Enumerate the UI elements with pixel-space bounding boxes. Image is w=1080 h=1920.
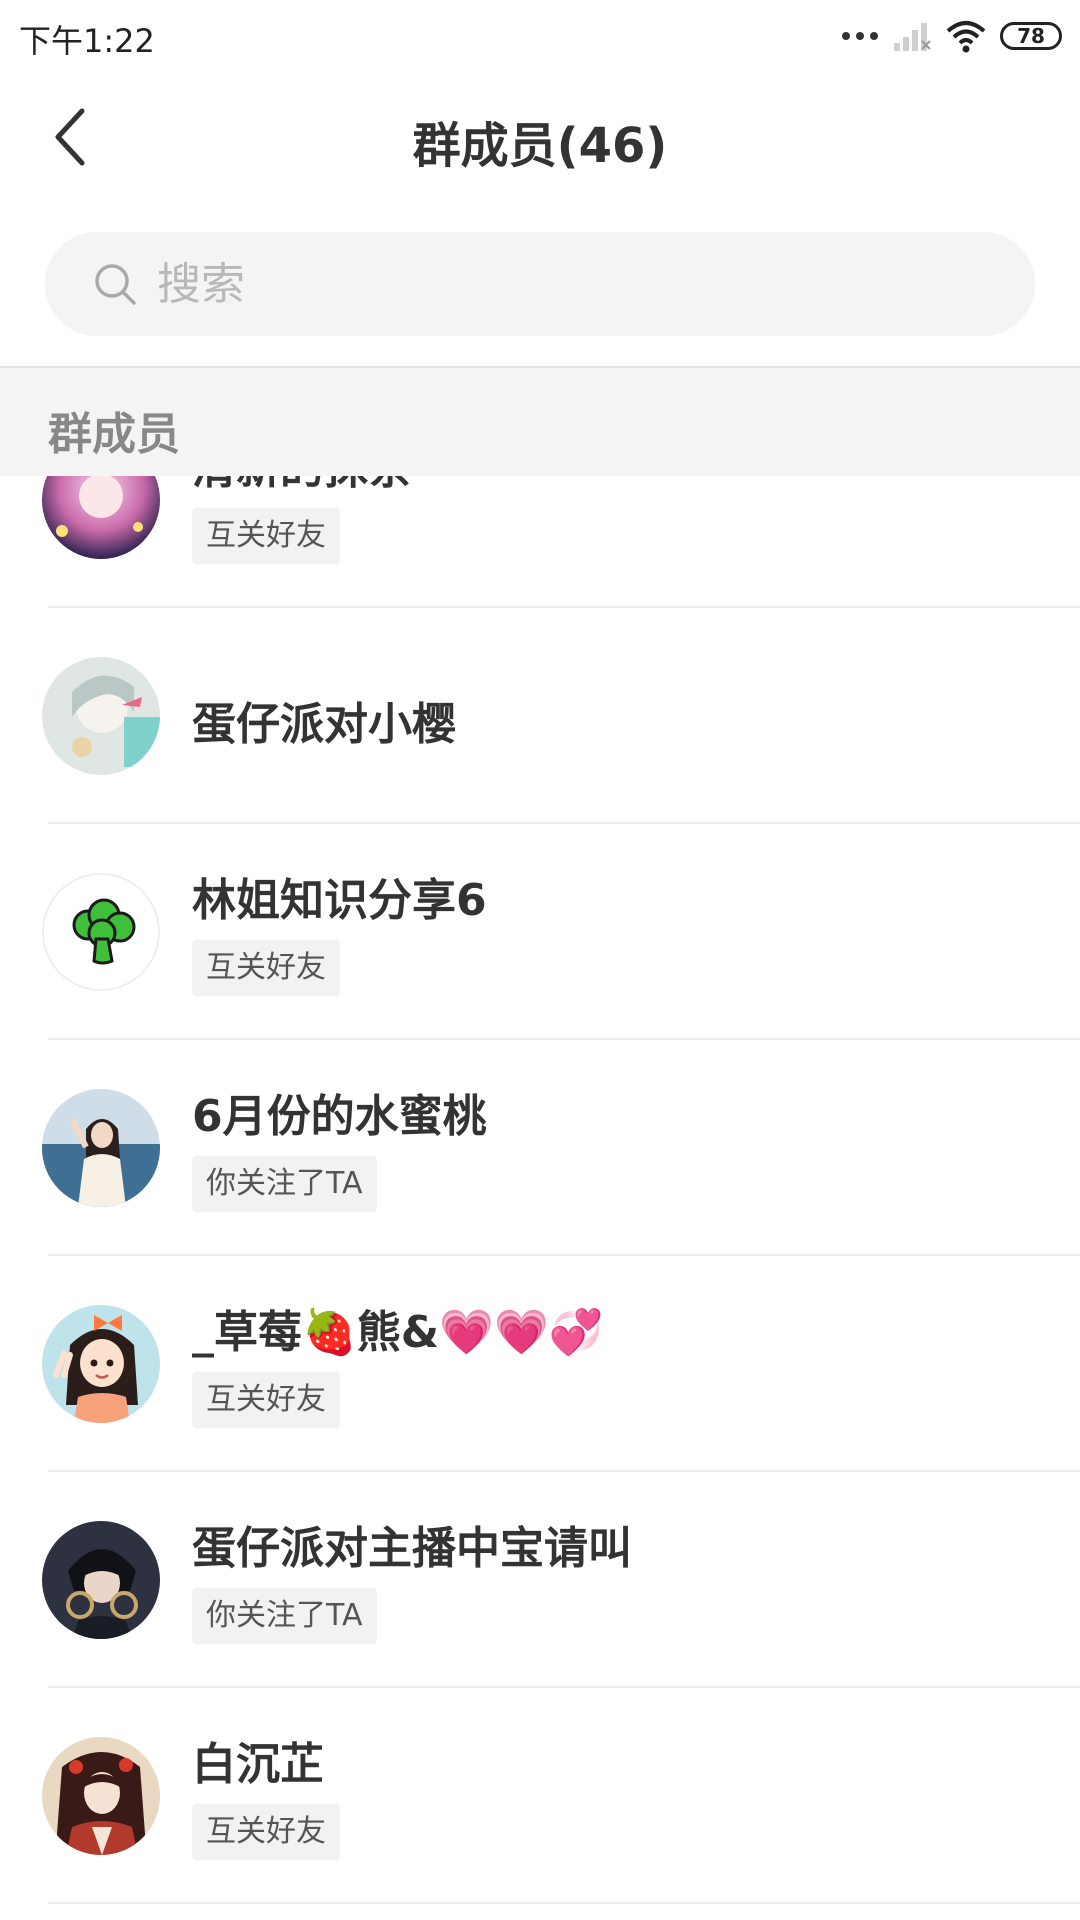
avatar[interactable]	[42, 657, 160, 775]
member-list[interactable]: 清新的抹茶 互关好友 蛋仔派对小樱	[0, 476, 1080, 1920]
relation-tag: 互关好友	[192, 940, 340, 996]
member-row[interactable]: 蛋仔派对主播中宝请叫 你关注了TA	[0, 1472, 1080, 1688]
status-bar: 下午1:22 78	[0, 0, 1080, 72]
member-row[interactable]: 6月份的水蜜桃 你关注了TA	[0, 1040, 1080, 1256]
avatar[interactable]	[42, 1521, 160, 1639]
member-row[interactable]: 林姐知识分享6 互关好友	[0, 824, 1080, 1040]
avatar[interactable]	[42, 873, 160, 991]
status-time: 下午1:22	[19, 22, 155, 60]
avatar[interactable]	[42, 1089, 160, 1207]
avatar[interactable]	[42, 476, 160, 559]
member-list-content: 清新的抹茶 互关好友 蛋仔派对小樱	[0, 476, 1080, 1904]
search-bar[interactable]	[45, 232, 1035, 336]
member-row[interactable]: 白沉芷 互关好友	[0, 1688, 1080, 1904]
relation-tag: 你关注了TA	[192, 1588, 377, 1644]
member-name: 林姐知识分享6	[192, 875, 487, 926]
more-dots-icon	[842, 32, 878, 40]
member-name: 白沉芷	[192, 1739, 324, 1790]
divider	[48, 1902, 1080, 1904]
relation-tag: 互关好友	[192, 1804, 340, 1860]
avatar[interactable]	[42, 1305, 160, 1423]
relation-tag: 你关注了TA	[192, 1156, 377, 1212]
member-row[interactable]: 清新的抹茶 互关好友	[0, 476, 1080, 608]
battery-icon: 78	[1000, 22, 1062, 50]
member-name: _草莓🍓熊&💗💗💞	[192, 1307, 604, 1358]
page-title: 群成员(46)	[412, 118, 668, 174]
search-input[interactable]	[157, 250, 977, 318]
member-name: 清新的抹茶	[192, 476, 412, 496]
member-name: 蛋仔派对主播中宝请叫	[192, 1523, 632, 1574]
wifi-icon	[946, 21, 986, 53]
status-icons: 78	[842, 16, 1062, 56]
member-row[interactable]: 蛋仔派对小樱	[0, 608, 1080, 824]
nav-bar: 群成员(46)	[0, 72, 1080, 204]
signal-icon	[894, 23, 931, 51]
relation-tag: 互关好友	[192, 508, 340, 564]
search-icon	[95, 264, 136, 305]
member-row[interactable]: _草莓🍓熊&💗💗💞 互关好友	[0, 1256, 1080, 1472]
section-header: 群成员	[0, 366, 1080, 476]
member-name: 蛋仔派对小樱	[192, 699, 456, 750]
avatar[interactable]	[42, 1737, 160, 1855]
relation-tag: 互关好友	[192, 1372, 340, 1428]
member-name: 6月份的水蜜桃	[192, 1091, 487, 1142]
section-title: 群成员	[48, 409, 180, 460]
